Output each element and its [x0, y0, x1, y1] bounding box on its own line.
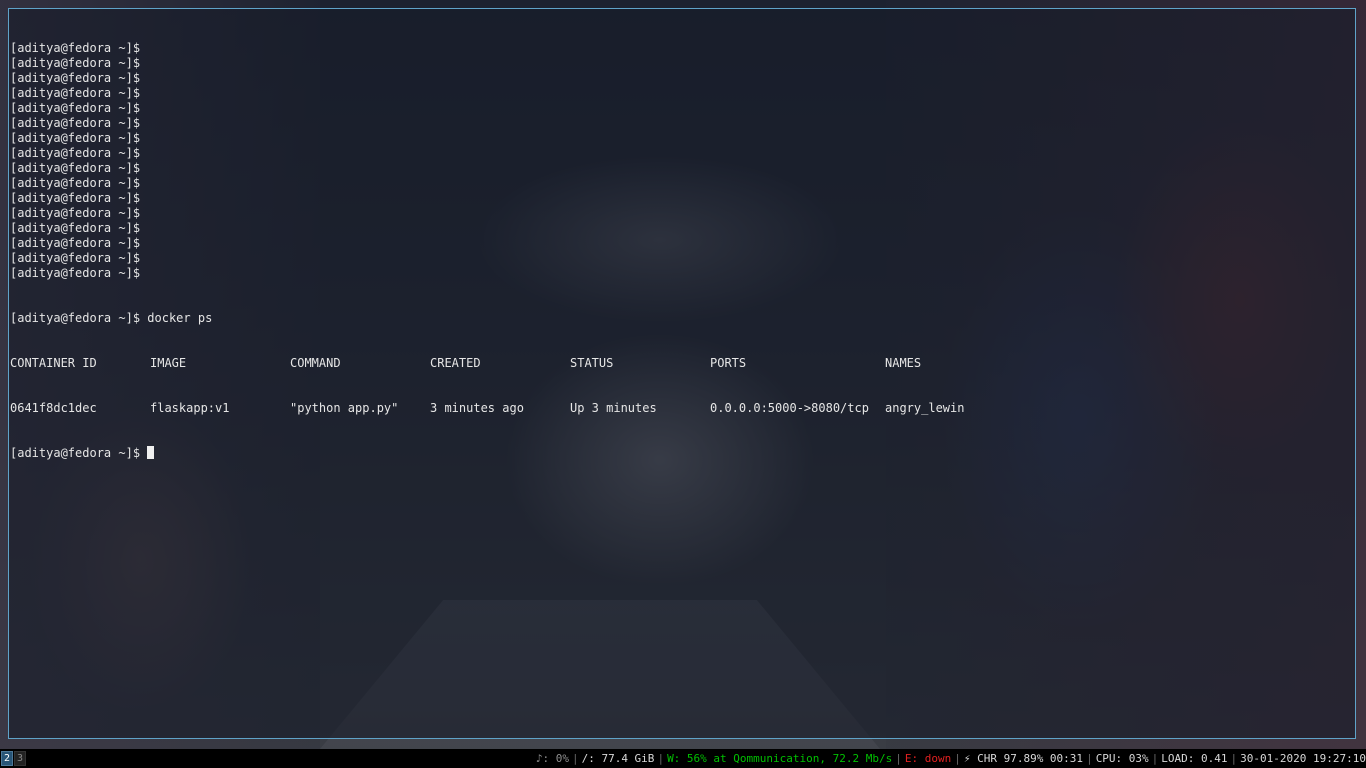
prompt-line: [aditya@fedora ~]$: [10, 236, 141, 250]
status-blocks: ♪: 0% |/: 77.4 GiB | W: 56% at Qommunicatio…: [536, 752, 1366, 765]
prompt: [aditya@fedora ~]$: [10, 311, 141, 325]
cell-ports: 0.0.0.0:5000->8080/tcp: [710, 401, 869, 415]
prompt-line: [aditya@fedora ~]$: [10, 116, 141, 130]
volume-status[interactable]: ♪: 0%: [536, 752, 569, 765]
cell-image: flaskapp:v1: [150, 401, 230, 415]
prompt-line: [aditya@fedora ~]$: [10, 131, 141, 145]
prompt-line: [aditya@fedora ~]$: [10, 251, 141, 265]
prompt-line: [aditya@fedora ~]$: [10, 86, 141, 100]
table-row: 0641f8dc1dec flaskapp:v1 "python app.py"…: [10, 401, 1355, 416]
cell-created: 3 minutes ago: [430, 401, 524, 415]
header-status: STATUS: [570, 356, 614, 370]
desktop-wallpaper: [aditya@fedora ~]$ [aditya@fedora ~]$ [adi…: [0, 0, 1366, 749]
workspace-button-2[interactable]: 2: [1, 751, 14, 766]
cell-container-id: 0641f8dc1dec: [10, 401, 97, 415]
battery-status: ⚡ CHR 97.89% 00:31: [963, 752, 1084, 765]
clock: 30-01-2020 19:27:10: [1240, 752, 1366, 765]
table-header: CONTAINER ID IMAGE COMMAND CREATED STATU…: [10, 356, 1355, 371]
prompt-line: [aditya@fedora ~]$: [10, 176, 141, 190]
prompt-line: [aditya@fedora ~]$: [10, 71, 141, 85]
cell-status: Up 3 minutes: [570, 401, 657, 415]
prompt-history: [aditya@fedora ~]$ [aditya@fedora ~]$ [adi…: [10, 41, 1355, 281]
load-status: LOAD: 0.41: [1161, 752, 1228, 765]
prompt-line: [aditya@fedora ~]$: [10, 41, 141, 55]
command-line: [aditya@fedora ~]$ docker ps: [10, 311, 1355, 326]
disk-status: /: 77.4 GiB: [581, 752, 655, 765]
prompt-line: [aditya@fedora ~]$: [10, 221, 141, 235]
prompt: [aditya@fedora ~]$: [10, 446, 141, 460]
ethernet-status: E: down: [904, 752, 952, 765]
header-ports: PORTS: [710, 356, 747, 370]
command-text: docker ps: [147, 311, 213, 325]
prompt-line: [aditya@fedora ~]$: [10, 206, 141, 220]
prompt-line: [aditya@fedora ~]$: [10, 266, 141, 280]
prompt-line: [aditya@fedora ~]$: [10, 161, 141, 175]
workspace-list: 23: [0, 751, 27, 766]
workspace-button-3[interactable]: 3: [14, 751, 27, 766]
header-command: COMMAND: [290, 356, 341, 370]
prompt-line: [aditya@fedora ~]$: [10, 146, 141, 160]
prompt-line: [aditya@fedora ~]$: [10, 191, 141, 205]
separator: |: [1230, 752, 1238, 765]
text-cursor: [147, 446, 155, 459]
separator: |: [1151, 752, 1159, 765]
header-names: NAMES: [885, 356, 922, 370]
prompt-line: [aditya@fedora ~]$: [10, 101, 141, 115]
header-created: CREATED: [430, 356, 481, 370]
separator: |: [895, 752, 902, 765]
status-bar: 23 ♪: 0% |/: 77.4 GiB | W: 56% at Qommunica…: [0, 749, 1366, 768]
separator: |: [954, 752, 961, 765]
cell-command: "python app.py": [290, 401, 399, 415]
cpu-status: CPU: 03%: [1095, 752, 1149, 765]
terminal-output[interactable]: [aditya@fedora ~]$ [aditya@fedora ~]$ [adi…: [9, 9, 1355, 491]
header-image: IMAGE: [150, 356, 187, 370]
active-prompt-line[interactable]: [aditya@fedora ~]$: [10, 446, 1355, 461]
separator: |: [571, 752, 579, 765]
separator: |: [657, 752, 665, 765]
header-container-id: CONTAINER ID: [10, 356, 97, 370]
terminal-window[interactable]: [aditya@fedora ~]$ [aditya@fedora ~]$ [adi…: [8, 8, 1356, 739]
separator: |: [1086, 752, 1093, 765]
prompt-line: [aditya@fedora ~]$: [10, 56, 141, 70]
cell-names: angry_lewin: [885, 401, 965, 415]
wireless-status: W: 56% at Qommunication, 72.2 Mb/s: [667, 752, 893, 765]
